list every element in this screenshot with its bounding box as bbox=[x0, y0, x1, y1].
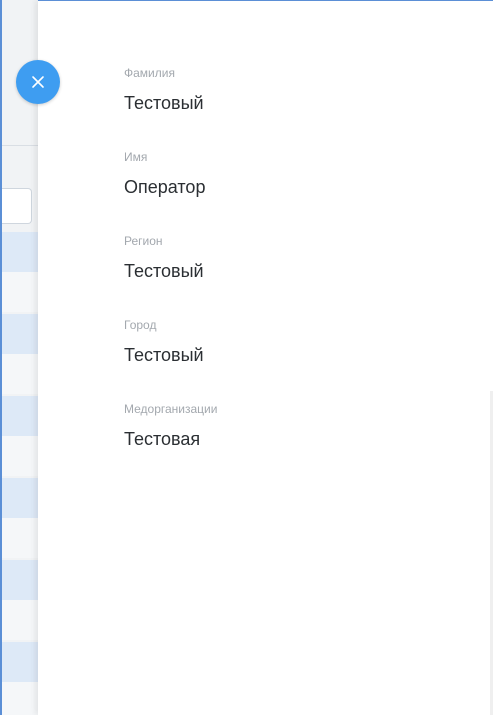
divider bbox=[2, 145, 40, 146]
field-last-name: Фамилия Тестовый bbox=[124, 65, 484, 115]
field-value: Тестовая bbox=[124, 429, 201, 449]
user-details-drawer: Фамилия Тестовый Имя Оператор Регион Тес… bbox=[38, 0, 493, 715]
table-row[interactable] bbox=[2, 272, 40, 312]
table-row[interactable] bbox=[2, 232, 40, 272]
table-row[interactable] bbox=[2, 436, 40, 476]
field-label: Медорганизации bbox=[124, 402, 218, 416]
table-row[interactable] bbox=[2, 518, 40, 558]
field-city: Город Тестовый bbox=[124, 317, 484, 367]
user-details-list: Фамилия Тестовый Имя Оператор Регион Тес… bbox=[124, 65, 484, 451]
table-row[interactable] bbox=[2, 396, 40, 436]
table-row[interactable] bbox=[2, 314, 40, 354]
field-value: Тестовый bbox=[124, 345, 204, 365]
field-label: Имя bbox=[124, 150, 148, 164]
table-row[interactable] bbox=[2, 354, 40, 394]
field-organization: Медорганизации Тестовая bbox=[124, 401, 484, 451]
table-row[interactable] bbox=[2, 682, 40, 715]
table-row[interactable] bbox=[2, 600, 40, 640]
field-label: Регион bbox=[124, 234, 163, 248]
table-row[interactable] bbox=[2, 478, 40, 518]
field-value: Тестовый bbox=[124, 261, 204, 281]
background-list bbox=[0, 0, 40, 715]
field-value: Тестовый bbox=[124, 93, 204, 113]
table-row[interactable] bbox=[2, 642, 40, 682]
table-row[interactable] bbox=[2, 560, 40, 600]
field-label: Фамилия bbox=[124, 66, 175, 80]
close-button[interactable] bbox=[16, 60, 60, 104]
field-label: Город bbox=[124, 318, 157, 332]
background-input[interactable] bbox=[2, 188, 32, 224]
field-region: Регион Тестовый bbox=[124, 233, 484, 283]
screen: Фамилия Тестовый Имя Оператор Регион Тес… bbox=[0, 0, 493, 715]
field-first-name: Имя Оператор bbox=[124, 149, 484, 199]
field-value: Оператор bbox=[124, 177, 206, 197]
close-icon bbox=[32, 76, 44, 88]
